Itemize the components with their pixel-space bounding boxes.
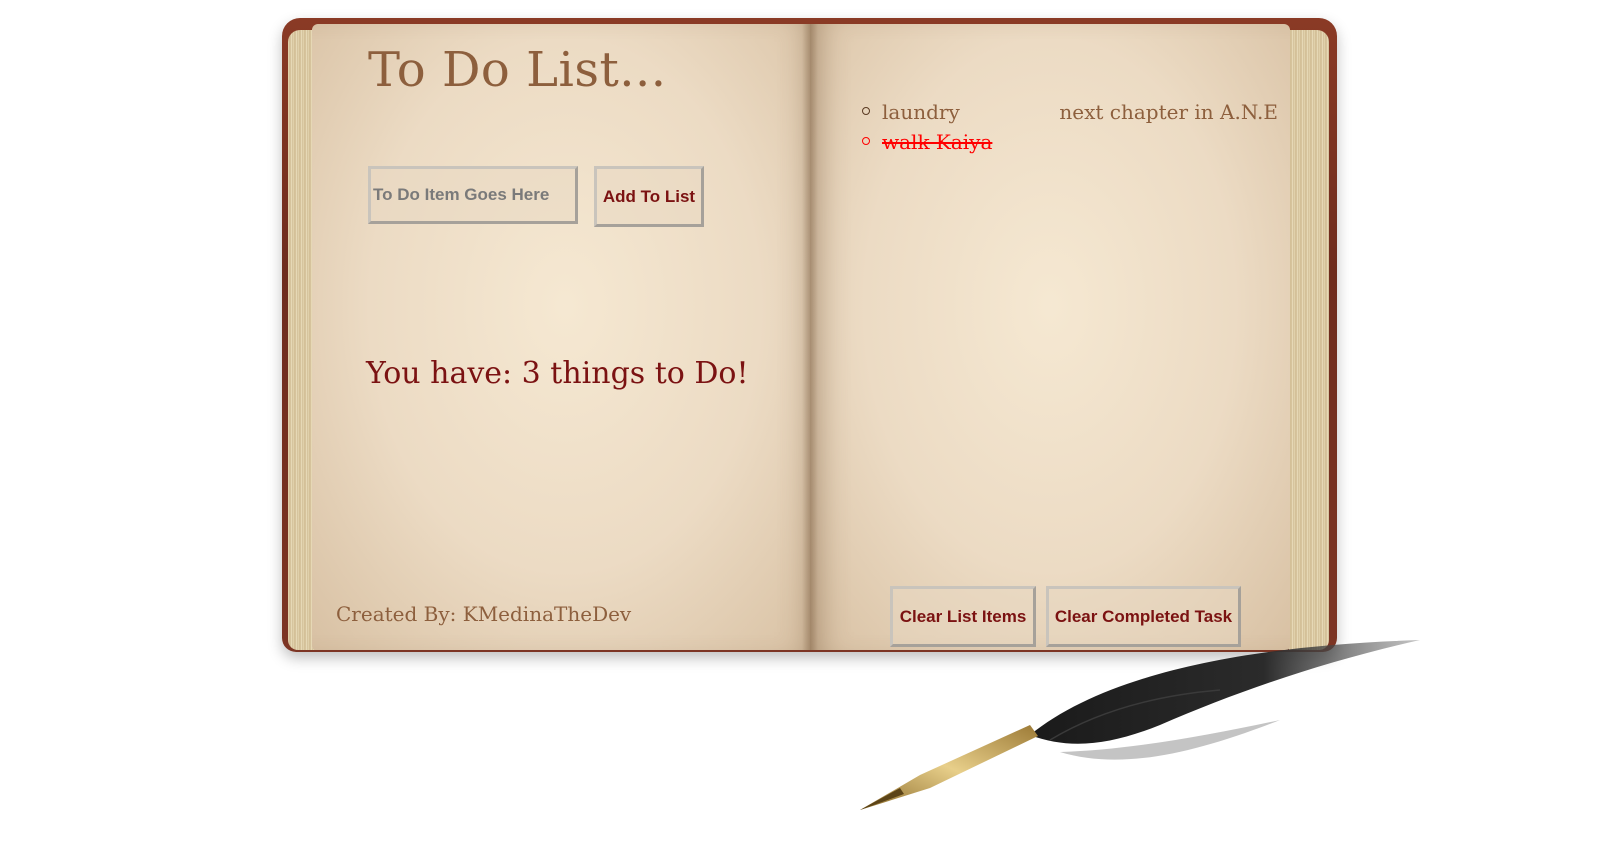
clear-completed-button[interactable]: Clear Completed Task — [1046, 586, 1241, 647]
clear-list-button[interactable]: Clear List Items — [890, 586, 1036, 647]
bullet-circle-icon — [862, 137, 870, 145]
page-title: To Do List... — [368, 42, 667, 98]
list-item-label[interactable]: walk Kaiya — [882, 127, 992, 157]
book-spine — [802, 24, 818, 650]
task-count: You have: 3 things to Do! — [366, 356, 749, 391]
list-item-label[interactable]: laundry — [882, 97, 960, 127]
quill-pen-icon — [860, 640, 1420, 810]
list-item[interactable]: laundry next chapter in A.N.E — [858, 97, 1278, 127]
list-item-completed[interactable]: walk Kaiya — [858, 127, 1278, 157]
list-item-extra[interactable]: next chapter in A.N.E — [1059, 97, 1278, 127]
todo-list: laundry next chapter in A.N.E walk Kaiya — [858, 97, 1278, 157]
page-edges-right — [1289, 30, 1329, 650]
left-page — [312, 24, 818, 650]
todo-input[interactable] — [368, 166, 578, 224]
credit-text: Created By: KMedinaTheDev — [336, 602, 632, 626]
add-to-list-button[interactable]: Add To List — [594, 166, 704, 227]
bullet-circle-icon — [862, 107, 870, 115]
